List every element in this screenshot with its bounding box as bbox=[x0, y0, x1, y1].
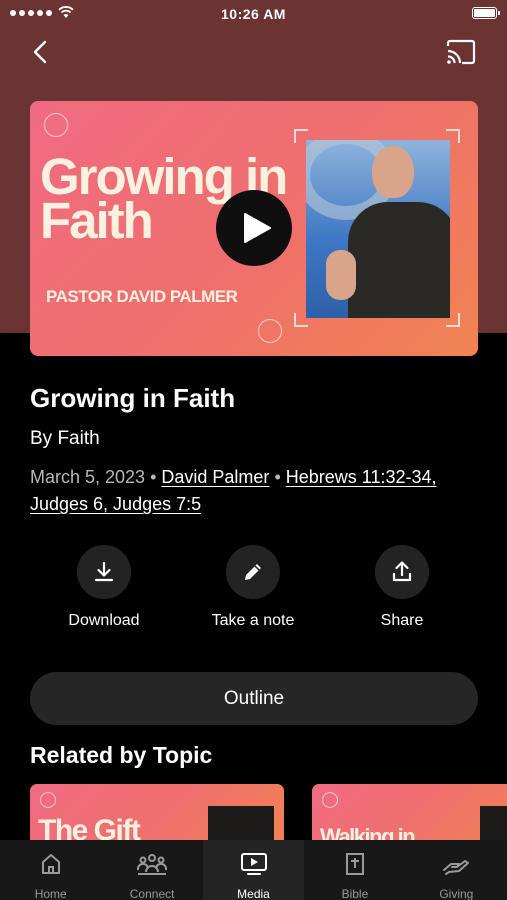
church-logo-icon bbox=[40, 792, 56, 808]
bible-icon bbox=[345, 853, 364, 875]
thumbnail-pastor: PASTOR DAVID PALMER bbox=[46, 287, 238, 306]
share-button[interactable]: Share bbox=[342, 545, 462, 630]
tab-label: Bible bbox=[341, 887, 369, 900]
church-logo-icon bbox=[44, 113, 68, 137]
related-section-title: Related by Topic bbox=[30, 742, 213, 768]
speaker-link[interactable]: David Palmer bbox=[161, 467, 269, 487]
tab-label: Giving bbox=[439, 887, 474, 900]
take-note-button[interactable]: Take a note bbox=[193, 545, 313, 630]
sermon-title: Growing in Faith bbox=[30, 383, 236, 413]
tab-bible[interactable]: Bible bbox=[304, 840, 405, 900]
status-bar: 10:26 AM bbox=[0, 0, 507, 28]
download-icon bbox=[94, 561, 114, 582]
heart-logo-icon bbox=[258, 319, 282, 343]
series-name: By Faith bbox=[30, 428, 100, 449]
action-row: Download Take a note Share bbox=[0, 545, 507, 635]
take-note-label: Take a note bbox=[211, 612, 295, 629]
outline-button[interactable]: Outline bbox=[30, 672, 478, 725]
sermon-meta: March 5, 2023 • David Palmer • Hebrews 11:32… bbox=[30, 467, 437, 514]
tab-connect[interactable]: Connect bbox=[101, 840, 202, 900]
tab-media[interactable]: Media bbox=[202, 840, 305, 900]
battery-icon bbox=[472, 7, 500, 19]
play-button[interactable] bbox=[216, 190, 292, 266]
tab-label: Connect bbox=[129, 887, 175, 900]
tab-label: Home bbox=[34, 887, 67, 900]
tab-home[interactable]: Home bbox=[0, 840, 101, 900]
media-icon bbox=[240, 853, 267, 875]
cast-icon bbox=[446, 39, 476, 65]
play-icon bbox=[244, 213, 271, 243]
sermon-date: March 5, 2023 bbox=[30, 467, 146, 487]
pastor-photo bbox=[306, 140, 450, 318]
home-icon bbox=[41, 854, 60, 874]
cast-button[interactable] bbox=[445, 38, 477, 66]
tab-label: Media bbox=[237, 887, 270, 900]
chevron-left-icon bbox=[33, 40, 47, 64]
share-label: Share bbox=[380, 612, 424, 629]
back-button[interactable] bbox=[26, 38, 54, 66]
download-label: Download bbox=[68, 612, 140, 629]
church-logo-icon bbox=[322, 792, 338, 808]
tab-bar: Home Connect Media Bible Giving bbox=[0, 840, 507, 900]
tab-giving[interactable]: Giving bbox=[406, 840, 507, 900]
pencil-icon bbox=[245, 564, 261, 580]
giving-icon bbox=[443, 860, 470, 875]
download-button[interactable]: Download bbox=[44, 545, 164, 630]
people-icon bbox=[137, 854, 168, 875]
status-time: 10:26 AM bbox=[221, 6, 286, 22]
share-icon bbox=[392, 561, 412, 582]
